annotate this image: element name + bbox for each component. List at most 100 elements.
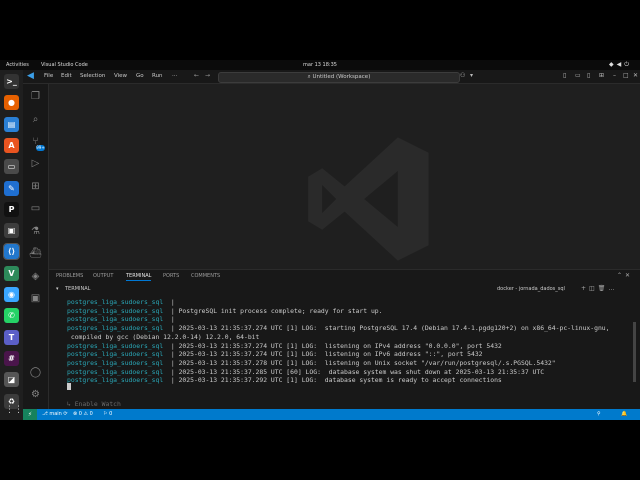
bell-icon[interactable]: 🔔 — [621, 411, 627, 417]
copilot-dropdown-icon[interactable]: ▾ — [470, 72, 473, 79]
service-name: postgres_liga_sudoers_sql — [67, 367, 164, 376]
menu-more[interactable]: ··· — [172, 73, 177, 79]
explorer-icon[interactable]: ❐ — [29, 90, 42, 103]
menu-run[interactable]: Run — [152, 73, 163, 79]
terminal-line: postgres_liga_sudoers_sql | 2025-03-13 2… — [67, 376, 502, 384]
copilot-icon[interactable]: ⚇ — [460, 72, 465, 79]
log-message: | 2025-03-13 21:35:37.292 UTC [1] LOG: d… — [163, 376, 502, 385]
run-debug-icon[interactable]: ▷ — [29, 157, 42, 170]
ubuntu-top-bar: Activities Visual Studio Code mar 13 18:… — [0, 60, 640, 70]
terminal-scrollbar[interactable] — [633, 322, 636, 382]
tab-output[interactable]: OUTPUT — [93, 273, 113, 279]
terminal-line: postgres_liga_sudoers_sql | 2025-03-13 2… — [67, 342, 502, 350]
terminal-output[interactable]: postgres_liga_sudoers_sql | postgres_liga… — [49, 296, 636, 408]
activity-bar: ❐ ⌕ ⑂ 99+ ▷ ⊞ ▭ ⚗ ⛴ ◈ ▣ ◯ ⚙ — [23, 84, 49, 409]
toggle-panel-icon[interactable]: ▭ — [575, 72, 581, 79]
settings-gear-icon[interactable]: ⚙ — [29, 388, 42, 401]
service-name: postgres_liga_sudoers_sql — [67, 315, 164, 324]
terminal-line: postgres_liga_sudoers_sql | 2025-03-13 2… — [67, 350, 483, 358]
close-panel-icon[interactable]: ✕ — [625, 272, 633, 279]
teams-icon[interactable]: T — [4, 329, 19, 345]
slack-icon[interactable]: # — [4, 350, 19, 366]
toggle-sidebar-icon[interactable]: ▯ — [563, 72, 566, 79]
app-center-icon[interactable]: A — [4, 137, 19, 153]
terminal-section-label: TERMINAL — [65, 286, 91, 292]
kill-terminal-icon[interactable]: 🗑 — [598, 285, 609, 292]
menu-file[interactable]: File — [44, 73, 53, 79]
notifications-icon[interactable]: ⚲ — [597, 411, 601, 417]
split-terminal-icon[interactable]: ◫ — [589, 285, 598, 292]
more-actions-icon[interactable]: … — [608, 285, 617, 292]
remote-indicator-icon[interactable]: ⚡ — [23, 409, 37, 420]
network-icon: ◆ — [609, 61, 617, 68]
ports-count[interactable]: ⚐ 0 — [103, 411, 112, 417]
log-message: | 2025-03-13 21:35:37.274 UTC [1] LOG: l… — [163, 341, 502, 350]
layout-icon[interactable]: ⊞ — [599, 72, 604, 79]
log-message: | PostgreSQL init process complete; read… — [163, 306, 383, 315]
testing-icon[interactable]: ⚗ — [29, 225, 42, 238]
menu-go[interactable]: Go — [136, 73, 144, 79]
console-icon[interactable]: ▭ — [4, 159, 19, 175]
service-name: postgres_liga_sudoers_sql — [67, 298, 164, 306]
pycharm-icon[interactable]: P — [4, 201, 19, 217]
photo-icon[interactable]: ◪ — [4, 372, 19, 388]
system-tray[interactable]: ◆◀⏻ — [609, 61, 632, 69]
chat-icon[interactable]: ◉ — [4, 287, 19, 302]
forward-arrow-icon[interactable]: → — [205, 72, 210, 79]
log-message: | 2025-03-13 21:35:37.278 UTC [1] LOG: l… — [163, 358, 556, 367]
menu-edit[interactable]: Edit — [61, 73, 72, 79]
service-name: postgres_liga_sudoers_sql — [67, 306, 164, 315]
writer-icon[interactable]: ▤ — [4, 116, 19, 132]
images-icon[interactable]: ▣ — [4, 223, 19, 239]
vscode-window: ◀ File Edit Selection View Go Run ··· ← … — [23, 70, 640, 420]
whatsapp-icon[interactable]: ✆ — [4, 308, 19, 324]
tab-problems[interactable]: PROBLEMS — [56, 273, 83, 279]
terminal-cursor — [67, 383, 71, 390]
terminal-actions[interactable]: +◫🗑… — [581, 285, 617, 292]
vb-icon[interactable]: V — [4, 265, 19, 281]
clock[interactable]: mar 13 18:35 — [0, 62, 640, 68]
close-icon[interactable]: ✕ — [633, 72, 638, 79]
maximize-panel-icon[interactable]: ⌃ — [617, 272, 625, 279]
vscode-icon[interactable]: ⟨⟩ — [3, 243, 20, 261]
new-terminal-icon[interactable]: + — [581, 285, 589, 292]
log-message: | 2025-03-13 21:35:37.274 UTC [1] LOG: l… — [163, 350, 483, 359]
git-branch[interactable]: ⎇ main ⟳ — [42, 411, 68, 417]
extensions-icon[interactable]: ⊞ — [29, 180, 42, 193]
search-icon[interactable]: ⌕ — [29, 113, 42, 126]
pen-icon[interactable]: ✎ — [4, 180, 19, 196]
dock: >_ ● ▤ A ▭ ✎ P ▣ ⟨⟩ V ◉ ✆ T # ◪ ♻ ⋮⋮⋮ — [0, 70, 32, 420]
terminal-shell-name[interactable]: docker - jornada_dados_sql — [497, 286, 565, 292]
minimize-icon[interactable]: – — [613, 72, 616, 79]
docker-icon[interactable]: ⛴ — [29, 247, 42, 260]
menu-view[interactable]: View — [114, 73, 127, 79]
log-message: | — [163, 298, 175, 306]
tab-terminal[interactable]: TERMINAL — [126, 273, 152, 281]
terminal-line: postgres_liga_sudoers_sql | — [67, 315, 175, 323]
service-name: postgres_liga_sudoers_sql — [67, 350, 164, 359]
problems-count[interactable]: ⊗ 0 ⚠ 0 — [73, 411, 93, 417]
enable-watch-hint[interactable]: ↳ Enable Watch — [67, 400, 121, 408]
editor-area[interactable] — [49, 84, 640, 269]
log-message: | 2025-03-13 21:35:37.285 UTC [60] LOG: … — [163, 367, 545, 376]
account-icon[interactable]: ◯ — [29, 366, 42, 379]
maximize-icon[interactable]: □ — [623, 72, 629, 79]
remote-explorer-icon[interactable]: ▭ — [29, 202, 42, 215]
firefox-icon[interactable]: ● — [4, 95, 19, 111]
tab-ports[interactable]: PORTS — [163, 273, 179, 279]
power-icon: ⏻ — [624, 61, 632, 68]
terminal-line: postgres_liga_sudoers_sql | 2025-03-13 2… — [67, 324, 610, 332]
database-icon[interactable]: ◈ — [29, 270, 42, 283]
log-message: compiled by gcc (Debian 12.2.0-14) 12.2.… — [67, 332, 260, 341]
terminal-icon[interactable]: >_ — [4, 74, 19, 89]
sql-icon[interactable]: ▣ — [29, 292, 42, 305]
terminal-line: postgres_liga_sudoers_sql | 2025-03-13 2… — [67, 368, 544, 376]
chevron-down-icon[interactable]: ▾ — [56, 286, 59, 292]
command-center-search[interactable]: ⌕ Untitled (Workspace) — [218, 72, 460, 83]
tab-comments[interactable]: COMMENTS — [191, 273, 220, 279]
menu-selection[interactable]: Selection — [80, 73, 105, 79]
panel-actions[interactable]: ⌃✕ — [617, 272, 633, 279]
toggle-secondary-sidebar-icon[interactable]: ▯ — [587, 72, 590, 79]
panel-tabs: PROBLEMS OUTPUT TERMINAL PORTS COMMENTS … — [49, 270, 640, 282]
back-arrow-icon[interactable]: ← — [194, 72, 199, 79]
